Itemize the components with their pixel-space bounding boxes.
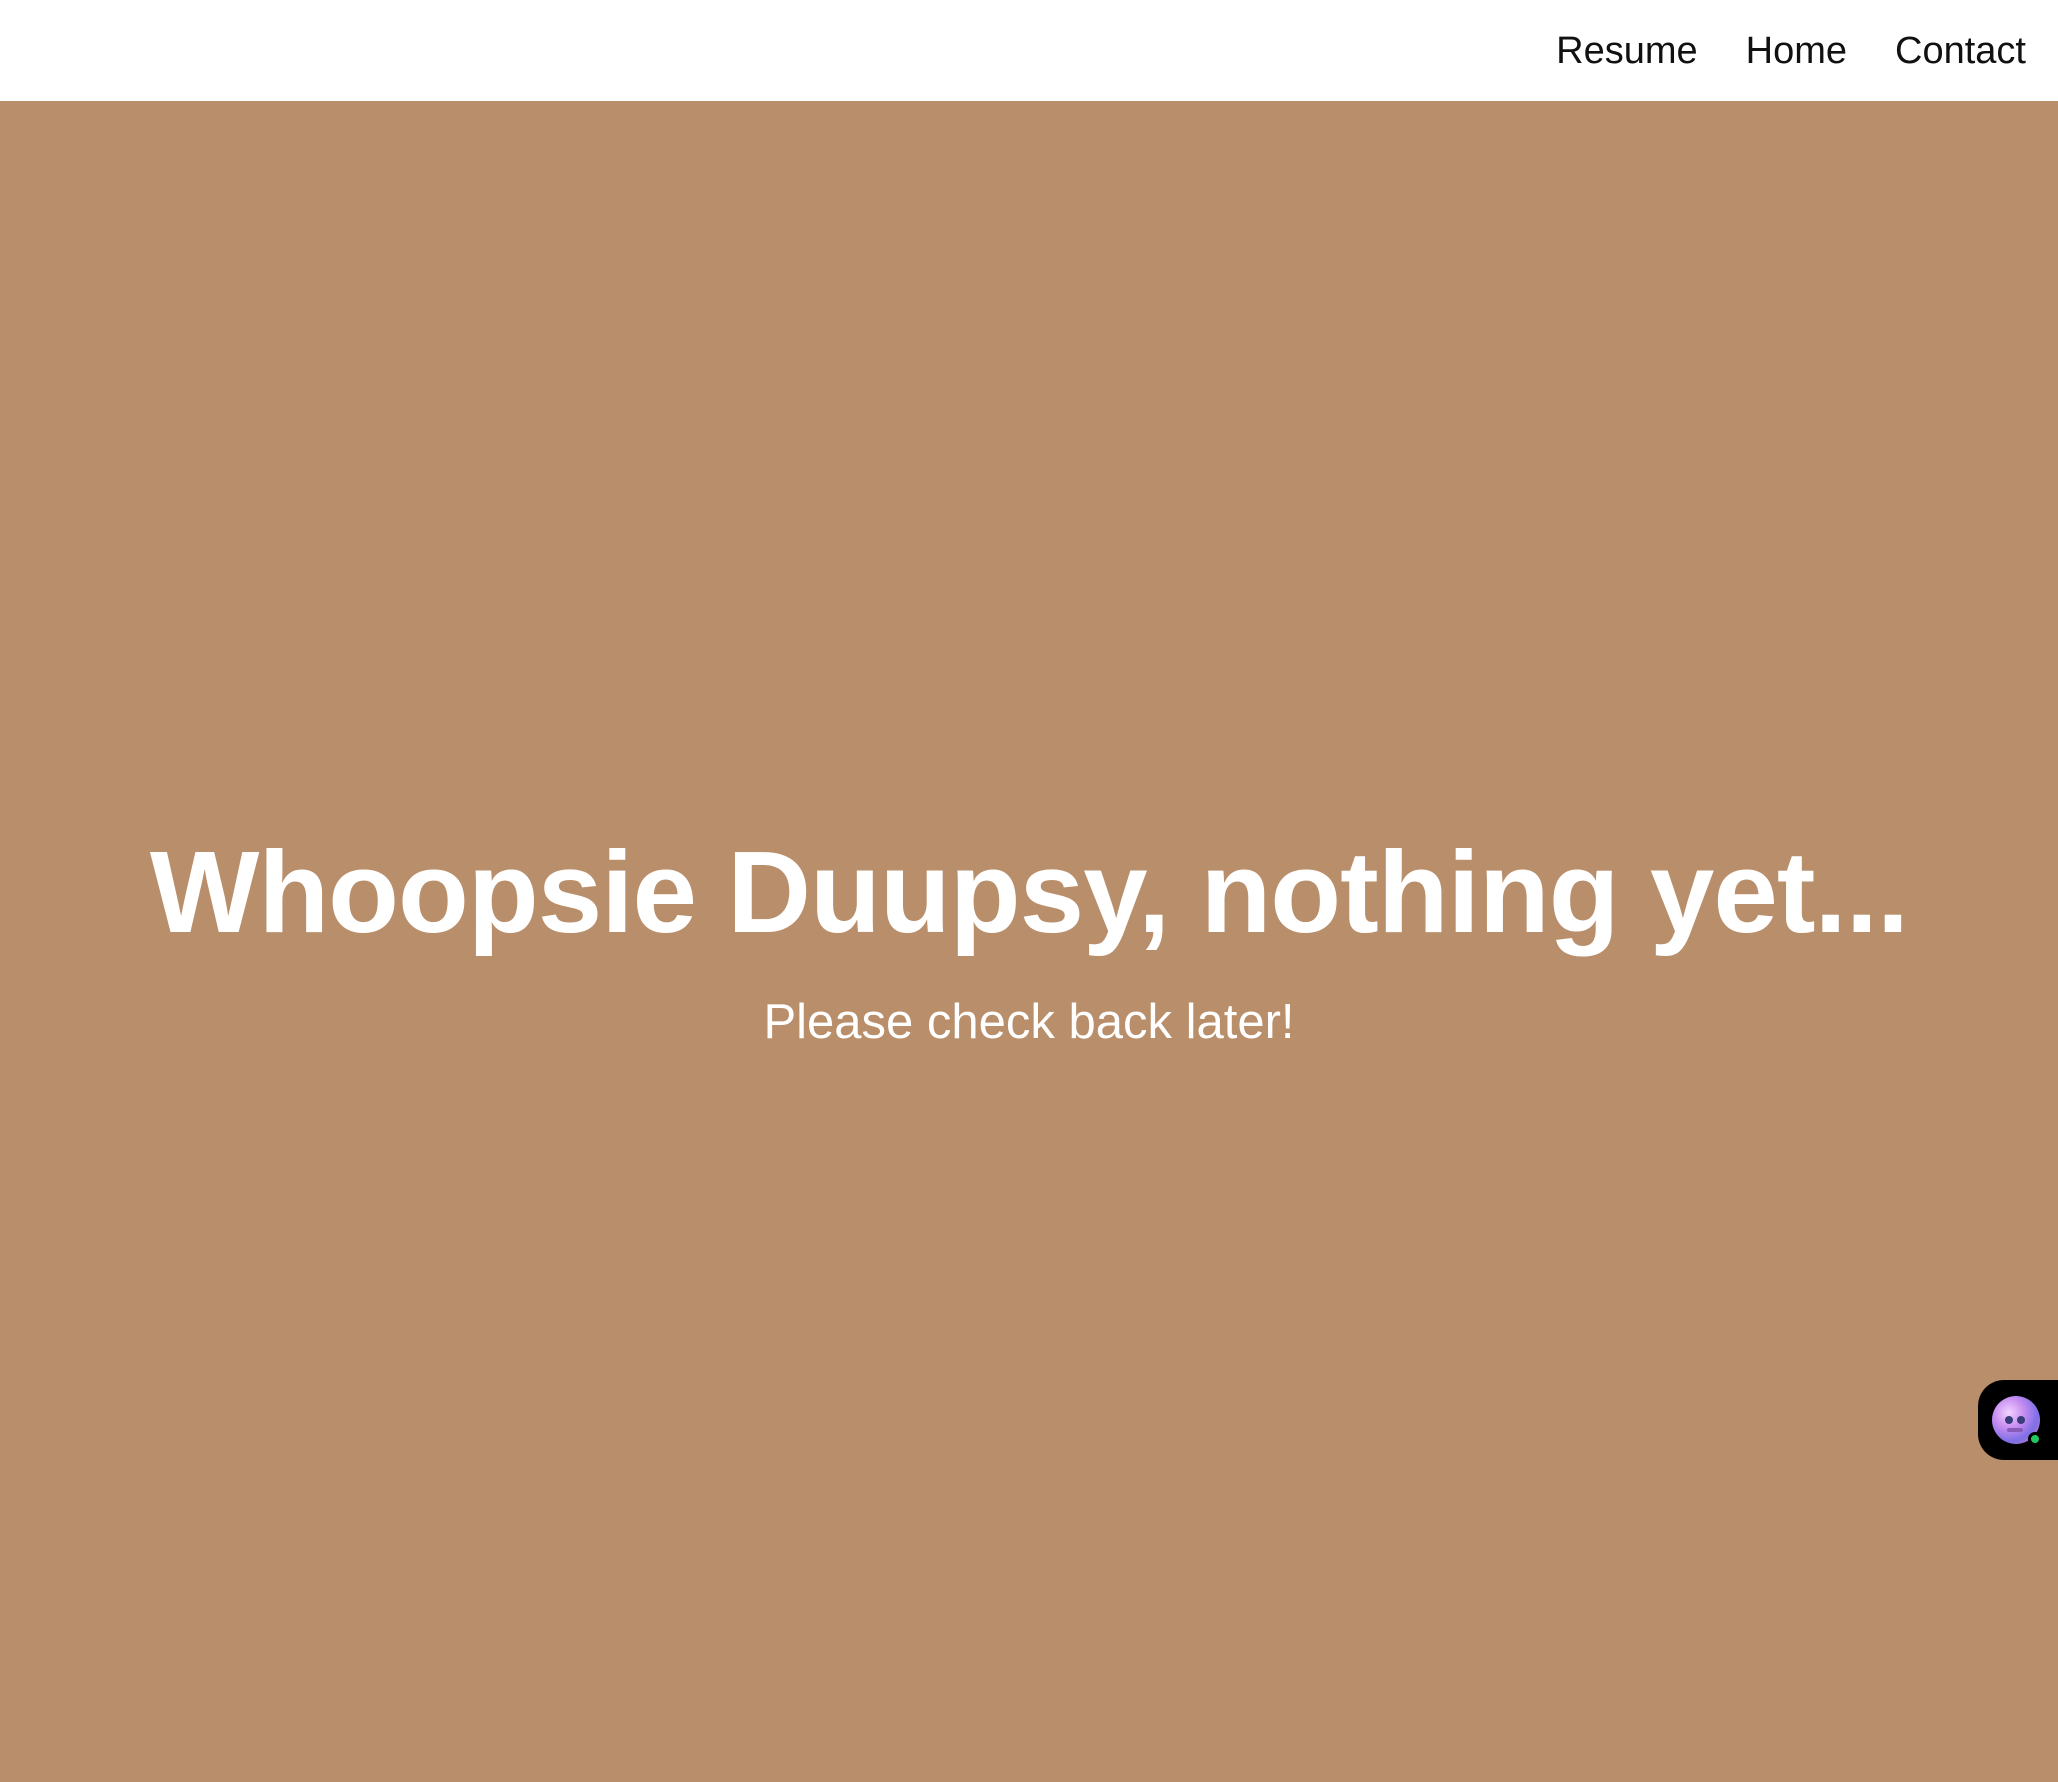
top-navigation-bar: Resume Home Contact	[0, 0, 2058, 101]
hero-subline: Please check back later!	[763, 995, 1295, 1049]
nav-link-home[interactable]: Home	[1746, 32, 1847, 70]
avatar-eye-right	[2017, 1416, 2025, 1424]
main-navigation: Resume Home Contact	[1556, 0, 2026, 101]
nav-link-contact[interactable]: Contact	[1895, 32, 2026, 70]
avatar-mouth	[2007, 1428, 2023, 1432]
online-status-dot	[2028, 1432, 2042, 1446]
hero-section: Whoopsie Duupsy, nothing yet... Please c…	[0, 101, 2058, 1782]
chat-widget-button[interactable]	[1978, 1380, 2058, 1460]
avatar-eye-left	[2005, 1416, 2013, 1424]
hero-headline: Whoopsie Duupsy, nothing yet...	[149, 827, 1909, 957]
nav-link-resume[interactable]: Resume	[1556, 32, 1698, 70]
